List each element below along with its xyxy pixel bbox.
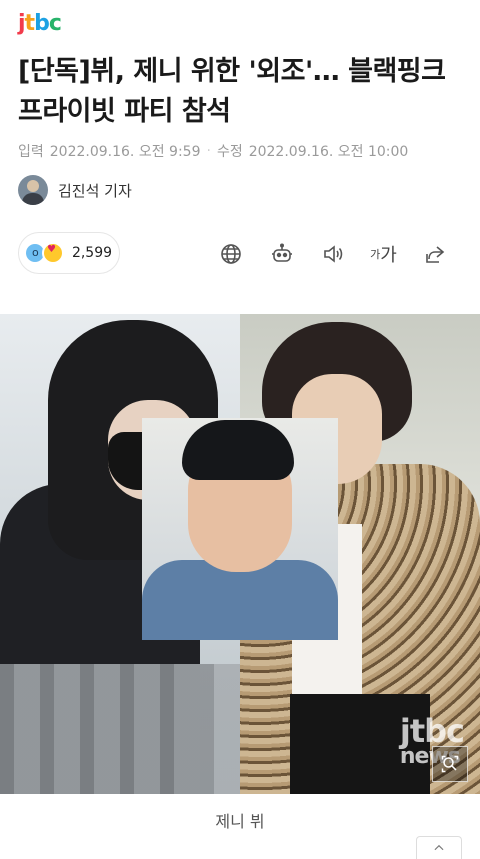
font-size-large-label: 가 bbox=[380, 245, 397, 266]
modified-date: 2022.09.16. 오전 10:00 bbox=[248, 144, 409, 160]
font-size-small-label: 가 bbox=[370, 248, 381, 261]
reaction-count: 2,599 bbox=[71, 245, 113, 261]
robot-icon[interactable] bbox=[256, 240, 307, 268]
author-avatar bbox=[18, 175, 48, 205]
share-icon[interactable] bbox=[409, 240, 460, 268]
reaction-button[interactable]: 2,599 bbox=[18, 232, 120, 274]
font-size-button[interactable]: 가가 bbox=[358, 240, 409, 268]
modified-label: 수정 bbox=[216, 144, 243, 160]
photo-caption: 제니 뷔 bbox=[215, 812, 265, 831]
article-photo[interactable]: jtbc news bbox=[0, 314, 480, 794]
speaker-icon[interactable] bbox=[307, 240, 358, 268]
author-name: 김진석 기자 bbox=[58, 181, 132, 200]
photo-inset-person bbox=[142, 418, 338, 640]
scroll-top-button[interactable] bbox=[416, 836, 462, 859]
published-date: 2022.09.16. 오전 9:59 bbox=[49, 144, 201, 160]
published-label: 입력 bbox=[18, 144, 44, 160]
chevron-up-icon bbox=[434, 844, 444, 851]
article-title: [단독]뷔, 제니 위한 '외조'… 블랙핑크 프라이빗 파티 참석 bbox=[18, 56, 446, 127]
jtbc-logo[interactable]: jtbc bbox=[18, 10, 62, 36]
globe-icon[interactable] bbox=[205, 240, 256, 268]
article-toolbar: 가가 bbox=[205, 240, 460, 268]
article-dates: 입력 2022.09.16. 오전 9:59 · 수정 2022.09.16. … bbox=[18, 141, 408, 161]
love-eyes-emoji-icon bbox=[41, 242, 64, 264]
zoom-icon[interactable] bbox=[432, 746, 468, 782]
date-separator: · bbox=[206, 143, 211, 159]
author-byline[interactable]: 김진석 기자 bbox=[18, 175, 132, 205]
